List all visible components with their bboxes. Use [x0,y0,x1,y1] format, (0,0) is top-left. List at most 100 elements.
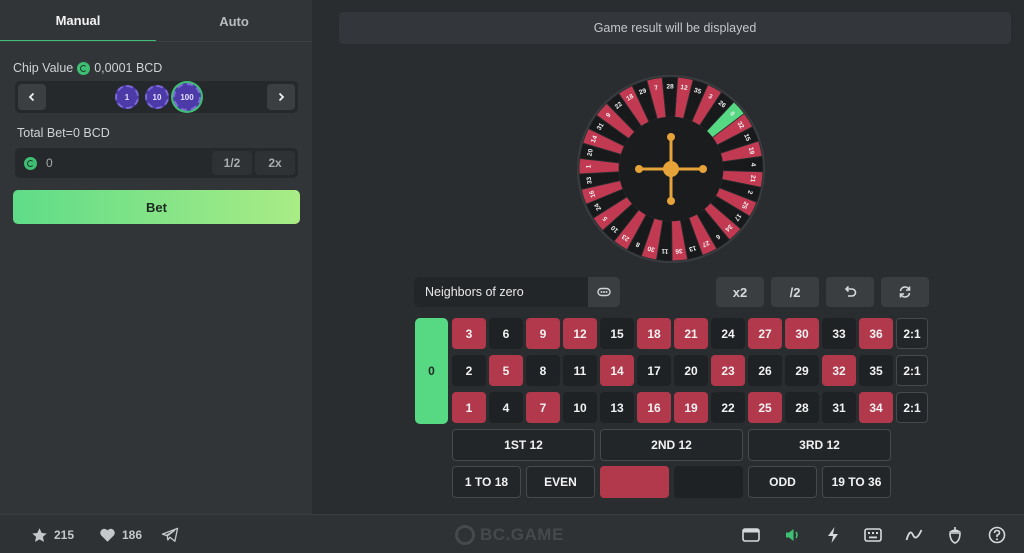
bet-cell-number[interactable]: 21 [674,318,708,349]
bet-cell-number[interactable]: 6 [489,318,523,349]
bet-cell-number[interactable]: 36 [859,318,893,349]
footer-bar: 215 186 BC.GAME [0,514,1024,553]
undo-button[interactable] [826,277,874,307]
fairness-button[interactable] [944,524,966,546]
bet-cell-number[interactable]: 22 [711,392,745,423]
sound-toggle-button[interactable] [782,524,804,546]
bet-cell-number[interactable]: 27 [748,318,782,349]
chip-value-amount: 0,0001 BCD [94,61,163,75]
share-telegram-button[interactable] [159,524,181,546]
turret-hub [663,161,679,177]
chip-100[interactable]: 100 [173,83,201,111]
bet-amount-value[interactable]: 0 [46,156,53,170]
racetrack-icon [597,287,611,297]
bet-cell-number[interactable]: 34 [859,392,893,423]
bet-cell-number[interactable]: 18 [637,318,671,349]
bet-panel: Manual Auto Chip Value 0,0001 BCD 1 10 1… [0,0,312,514]
like-count[interactable]: 186 [99,526,142,544]
bet-cell-number[interactable]: 20 [674,355,708,386]
even-bet[interactable]: EVEN [526,466,595,498]
bet-cell-number[interactable]: 9 [526,318,560,349]
chip-prev-button[interactable] [18,84,46,110]
turret-knob [667,197,675,205]
high-bet[interactable]: 19 TO 36 [822,466,891,498]
dozen-bet-third[interactable]: 3RD 12 [748,429,891,461]
wheel-number: 11 [661,247,669,255]
hotkeys-button[interactable] [862,524,884,546]
bet-cell-number[interactable]: 7 [526,392,560,423]
keyboard-icon [864,528,882,542]
theater-mode-button[interactable] [740,524,762,546]
mode-tabs: Manual Auto [0,0,312,42]
heart-icon [100,528,115,542]
bet-cell-number[interactable]: 5 [489,355,523,386]
favorite-count[interactable]: 215 [31,526,74,544]
chip-10[interactable]: 10 [145,85,169,109]
result-banner: Game result will be displayed [339,12,1011,44]
bet-cell-number[interactable]: 4 [489,392,523,423]
window-icon [742,528,760,542]
bet-cell-number[interactable]: 17 [637,355,671,386]
bcd-coin-icon [77,61,91,75]
wheel-number: 12 [680,84,689,92]
bet-cell-number[interactable]: 10 [563,392,597,423]
column-bet-middle[interactable]: 2:1 [896,355,928,386]
bet-cell-number[interactable]: 33 [822,318,856,349]
bet-cell-number[interactable]: 25 [748,392,782,423]
tab-manual[interactable]: Manual [0,0,156,42]
black-bet[interactable] [674,466,743,498]
bet-cell-number[interactable]: 1 [452,392,486,423]
bet-cell-number[interactable]: 19 [674,392,708,423]
help-button[interactable] [986,524,1008,546]
undo-icon [844,285,857,297]
acorn-icon [949,527,961,544]
wheel-number: 28 [666,83,674,90]
bet-cell-zero[interactable]: 0 [415,318,448,424]
bet-cell-number[interactable]: 28 [785,392,819,423]
bet-button[interactable]: Bet [13,190,300,224]
repeat-bet-button[interactable] [881,277,929,307]
bet-cell-number[interactable]: 3 [452,318,486,349]
bet-cell-number[interactable]: 32 [822,355,856,386]
bet-cell-number[interactable]: 8 [526,355,560,386]
chip-next-button[interactable] [267,84,295,110]
column-bet-top[interactable]: 2:1 [896,318,928,349]
bet-cell-number[interactable]: 26 [748,355,782,386]
bet-cell-number[interactable]: 12 [563,318,597,349]
red-bet[interactable] [600,466,669,498]
bet-cell-number[interactable]: 23 [711,355,745,386]
bet-cell-number[interactable]: 35 [859,355,893,386]
bet-cell-number[interactable]: 30 [785,318,819,349]
double-chips-button[interactable]: x2 [716,277,764,307]
lightning-icon [828,527,838,543]
tabs-divider [0,41,312,42]
double-bet-button[interactable]: 2x [255,151,295,175]
bet-cell-number[interactable]: 2 [452,355,486,386]
bet-cell-number[interactable]: 13 [600,392,634,423]
column-bet-bottom[interactable]: 2:1 [896,392,928,423]
odd-bet[interactable]: ODD [748,466,817,498]
bet-cell-number[interactable]: 31 [822,392,856,423]
bet-cell-number[interactable]: 29 [785,355,819,386]
low-bet[interactable]: 1 TO 18 [452,466,521,498]
total-bet-label: Total Bet=0 BCD [17,126,110,140]
neighbors-select[interactable]: Neighbors of zero [414,277,588,307]
chip-1[interactable]: 1 [115,85,139,109]
bet-cell-number[interactable]: 14 [600,355,634,386]
tab-auto[interactable]: Auto [156,0,312,42]
bet-cell-number[interactable]: 24 [711,318,745,349]
half-bet-button[interactable]: 1/2 [212,151,252,175]
dozen-bet-second[interactable]: 2ND 12 [600,429,743,461]
stats-button[interactable] [903,524,925,546]
fast-mode-button[interactable] [822,524,844,546]
bet-cell-number[interactable]: 15 [600,318,634,349]
dozen-bet-first[interactable]: 1ST 12 [452,429,595,461]
wheel-number: 1 [585,164,592,168]
bet-amount-input[interactable]: 0 1/2 2x [15,148,298,178]
halve-chips-button[interactable]: /2 [771,277,819,307]
bet-cell-number[interactable]: 16 [637,392,671,423]
racetrack-toggle-button[interactable] [588,277,620,307]
stats-curve-icon [905,529,923,541]
star-icon [32,527,47,542]
bet-cell-number[interactable]: 11 [563,355,597,386]
